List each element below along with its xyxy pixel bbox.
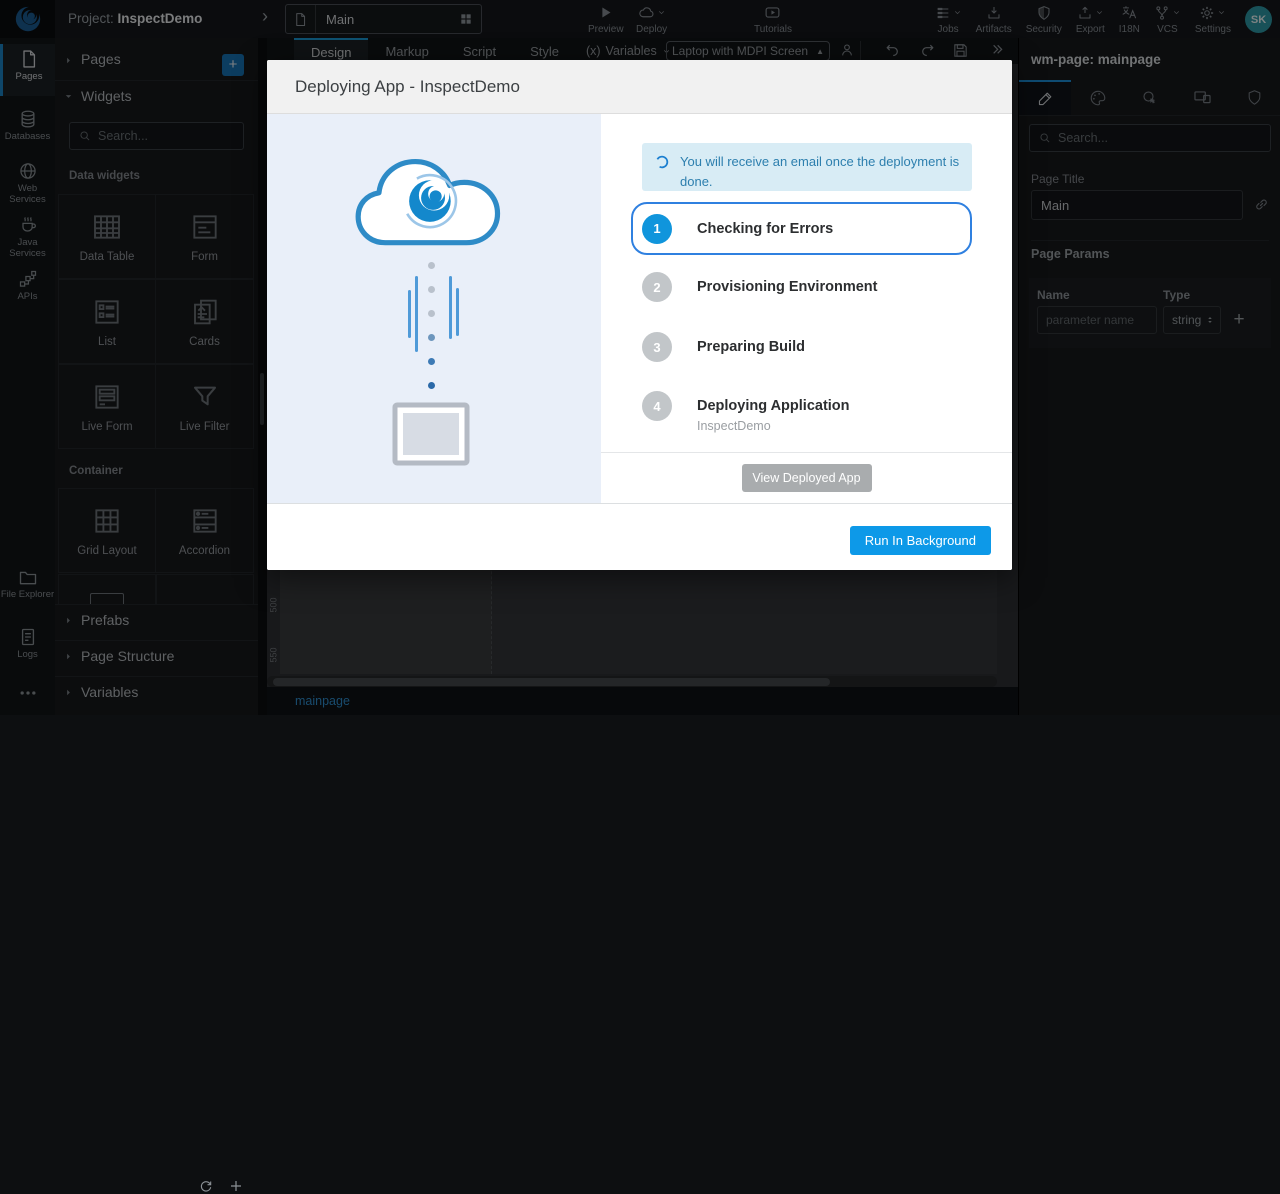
monitor-icon — [392, 402, 470, 466]
modal-header: Deploying App - InspectDemo — [267, 60, 1012, 114]
deploy-action-row: View Deployed App — [601, 452, 1012, 503]
step-number: 3 — [642, 332, 672, 362]
flow-line — [449, 276, 452, 339]
flow-dot — [428, 286, 435, 293]
modal-title: Deploying App - InspectDemo — [295, 60, 520, 114]
deploy-modal: Deploying App - InspectDemo You will rec… — [267, 60, 1012, 570]
refresh-icon[interactable] — [198, 1178, 214, 1194]
step-deploying-app: 4 Deploying Application — [642, 391, 850, 421]
modal-footer: Run In Background — [267, 503, 1012, 570]
flow-dot — [428, 310, 435, 317]
flow-line — [408, 290, 411, 338]
deploy-illustration — [267, 114, 601, 503]
step-sub-text: InspectDemo — [697, 419, 771, 433]
deploy-info-alert: You will receive an email once the deplo… — [642, 143, 972, 191]
step-number: 4 — [642, 391, 672, 421]
step-preparing-build: 3 Preparing Build — [642, 332, 805, 362]
step-number: 2 — [642, 272, 672, 302]
deploy-steps-pane: You will receive an email once the deplo… — [601, 114, 1012, 503]
step-checking-errors: 1 Checking for Errors — [631, 202, 972, 255]
run-in-background-button[interactable]: Run In Background — [850, 526, 991, 555]
alert-text: You will receive an email once the deplo… — [680, 152, 960, 182]
flow-dot — [428, 334, 435, 341]
step-number: 1 — [642, 214, 672, 244]
flow-dot — [428, 262, 435, 269]
step-provisioning: 2 Provisioning Environment — [642, 272, 877, 302]
flow-dot — [428, 382, 435, 389]
cloud-illustration-icon — [352, 147, 512, 251]
flow-line — [456, 288, 459, 336]
add-prefab-icon[interactable] — [228, 1178, 244, 1194]
flow-line — [415, 276, 418, 352]
flow-dot — [428, 358, 435, 365]
spinner-icon — [654, 154, 670, 170]
view-deployed-app-button[interactable]: View Deployed App — [742, 464, 872, 492]
